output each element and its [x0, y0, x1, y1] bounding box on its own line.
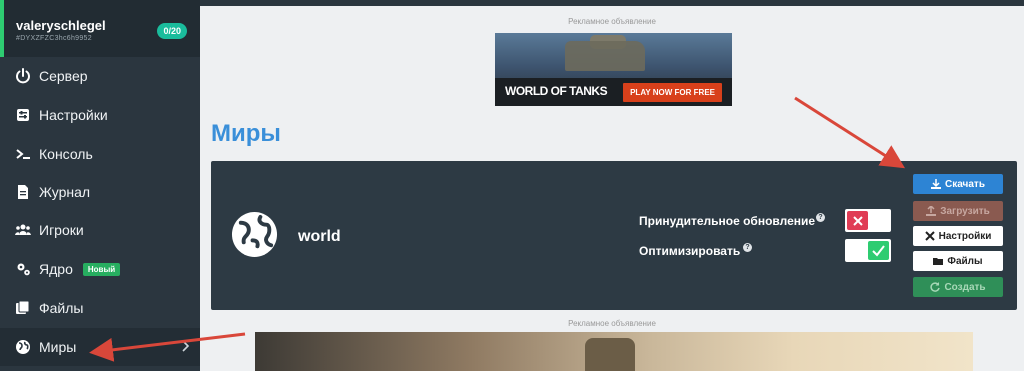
globe-icon [231, 211, 278, 258]
create-button[interactable]: Создать [913, 277, 1003, 297]
sidebar-item-label: Игроки [39, 222, 84, 238]
sidebar-item-players[interactable]: Игроки [0, 211, 200, 249]
folder-icon [933, 258, 944, 265]
globe-icon [13, 337, 33, 357]
world-name: world [298, 228, 341, 245]
terminal-icon [13, 144, 33, 164]
sidebar-item-label: Журнал [39, 184, 91, 200]
user-code: #DYXZFZC3hc6h9952 [16, 35, 92, 42]
optimize-toggle[interactable] [845, 239, 891, 262]
new-badge: Новый [82, 262, 121, 276]
top-bar [200, 0, 1024, 6]
sidebar-item-server[interactable]: Сервер [0, 57, 200, 95]
forced-update-label: Принудительное обновление [639, 214, 816, 228]
users-icon [13, 220, 33, 240]
username: valeryschlegel [16, 18, 106, 33]
world-files-button[interactable]: Файлы [913, 251, 1003, 271]
upload-button[interactable]: Загрузить [913, 201, 1003, 221]
sidebar-item-label: Сервер [39, 68, 88, 84]
sidebar-item-core[interactable]: Ядро Новый [0, 250, 200, 288]
sidebar-item-worlds[interactable]: Миры [0, 328, 200, 366]
help-icon[interactable]: ? [743, 243, 752, 252]
sidebar: valeryschlegel #DYXZFZC3hc6h9952 0/20 Се… [0, 0, 200, 371]
sidebar-item-label: Настройки [39, 107, 108, 123]
ad-label: Рекламное объявление [568, 319, 656, 328]
ad-banner-bottom[interactable] [255, 332, 973, 371]
chevron-right-icon [182, 340, 190, 352]
sliders-icon [13, 105, 33, 125]
folders-icon [13, 298, 33, 318]
check-icon [868, 241, 889, 260]
world-settings-button[interactable]: Настройки [913, 226, 1003, 246]
ad-label: Рекламное объявление [568, 17, 656, 26]
help-icon[interactable]: ? [816, 213, 825, 222]
sidebar-item-log[interactable]: Журнал [0, 173, 200, 211]
sidebar-item-label: Миры [39, 339, 77, 355]
world-panel: world Принудительное обновление ? Оптими… [211, 161, 1017, 310]
optimize-label: Оптимизировать [639, 244, 741, 258]
sidebar-item-label: Консоль [39, 146, 93, 162]
upload-icon [926, 206, 937, 216]
sidebar-item-settings[interactable]: Настройки [0, 96, 200, 134]
user-card: valeryschlegel #DYXZFZC3hc6h9952 0/20 [0, 0, 200, 57]
gears-icon [13, 259, 33, 279]
ad-banner-top[interactable]: WORLD OF TANKS PLAY NOW FOR FREE [495, 33, 732, 106]
slots-badge: 0/20 [157, 23, 187, 39]
document-icon [13, 182, 33, 202]
sidebar-item-console[interactable]: Консоль [0, 135, 200, 173]
sidebar-item-label: Ядро [39, 261, 73, 277]
download-icon [931, 179, 942, 189]
sidebar-item-files[interactable]: Файлы [0, 289, 200, 327]
refresh-icon [930, 282, 941, 292]
power-icon [13, 66, 33, 86]
wrench-icon [924, 231, 935, 241]
download-button[interactable]: Скачать [913, 174, 1003, 194]
sidebar-item-label: Файлы [39, 300, 84, 316]
ad-brand: WORLD OF TANKS [505, 84, 608, 98]
close-icon [847, 211, 868, 230]
forced-update-toggle[interactable] [845, 209, 891, 232]
ad-play-button[interactable]: PLAY NOW FOR FREE [623, 83, 722, 102]
page-title: Миры [211, 120, 281, 147]
